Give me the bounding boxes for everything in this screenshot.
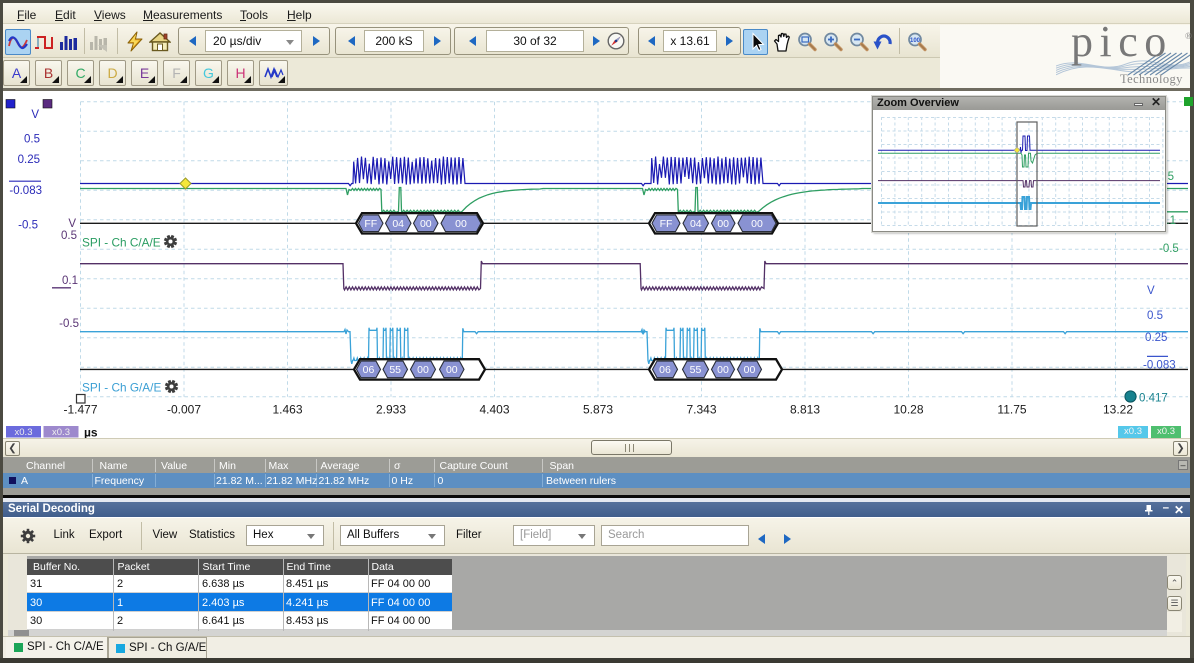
svg-text:04: 04: [392, 218, 404, 230]
svg-text:0.5: 0.5: [1147, 310, 1163, 322]
svg-text:0.25: 0.25: [18, 154, 40, 166]
svg-text:V: V: [68, 218, 76, 230]
svg-text:100: 100: [910, 38, 921, 44]
svg-text:8.813: 8.813: [790, 403, 820, 417]
svg-text:7.343: 7.343: [686, 403, 716, 417]
svg-text:00: 00: [717, 218, 729, 230]
svg-text:1.463: 1.463: [272, 403, 302, 417]
svg-text:00: 00: [744, 364, 756, 376]
svg-text:06: 06: [363, 364, 375, 376]
svg-text:SPI - Ch G/A/E: SPI - Ch G/A/E: [82, 381, 161, 395]
svg-text:0.5: 0.5: [24, 134, 40, 146]
svg-text:04: 04: [690, 218, 702, 230]
svg-text:11.75: 11.75: [997, 403, 1026, 417]
svg-text:V: V: [1147, 285, 1155, 297]
svg-text:SPI - Ch C/A/E: SPI - Ch C/A/E: [82, 236, 161, 250]
svg-text:x0.3: x0.3: [52, 427, 70, 438]
svg-text:13.22: 13.22: [1103, 403, 1133, 417]
svg-text:-0.5: -0.5: [1159, 243, 1179, 255]
svg-text:0.1: 0.1: [62, 275, 78, 287]
svg-text:55: 55: [690, 364, 702, 376]
svg-text:-0.007: -0.007: [167, 403, 201, 417]
svg-text:06: 06: [659, 364, 671, 376]
svg-text:00: 00: [417, 364, 429, 376]
svg-text:5.873: 5.873: [583, 403, 613, 417]
svg-text:-0.5: -0.5: [18, 220, 38, 232]
svg-text:-1.477: -1.477: [63, 403, 97, 417]
svg-text:-0.083: -0.083: [1143, 360, 1176, 372]
svg-text:-0.5: -0.5: [59, 318, 79, 330]
svg-text:00: 00: [717, 364, 729, 376]
svg-text:0.25: 0.25: [1145, 332, 1167, 344]
svg-text:4.403: 4.403: [479, 403, 509, 417]
svg-text:00: 00: [446, 364, 458, 376]
svg-text:FF: FF: [660, 218, 673, 230]
svg-text:00: 00: [455, 218, 467, 230]
svg-text:00: 00: [420, 218, 432, 230]
svg-text:10.28: 10.28: [893, 403, 923, 417]
svg-text:µs: µs: [84, 426, 98, 439]
svg-text:55: 55: [389, 364, 401, 376]
svg-text:x0.3: x0.3: [15, 427, 33, 438]
svg-text:FF: FF: [364, 218, 377, 230]
svg-text:2.933: 2.933: [376, 403, 406, 417]
svg-text:00: 00: [751, 218, 763, 230]
svg-text:V: V: [31, 109, 39, 121]
svg-text:0.5: 0.5: [61, 230, 77, 242]
svg-text:0.417: 0.417: [1139, 393, 1168, 405]
svg-text:-0.083: -0.083: [9, 185, 42, 197]
